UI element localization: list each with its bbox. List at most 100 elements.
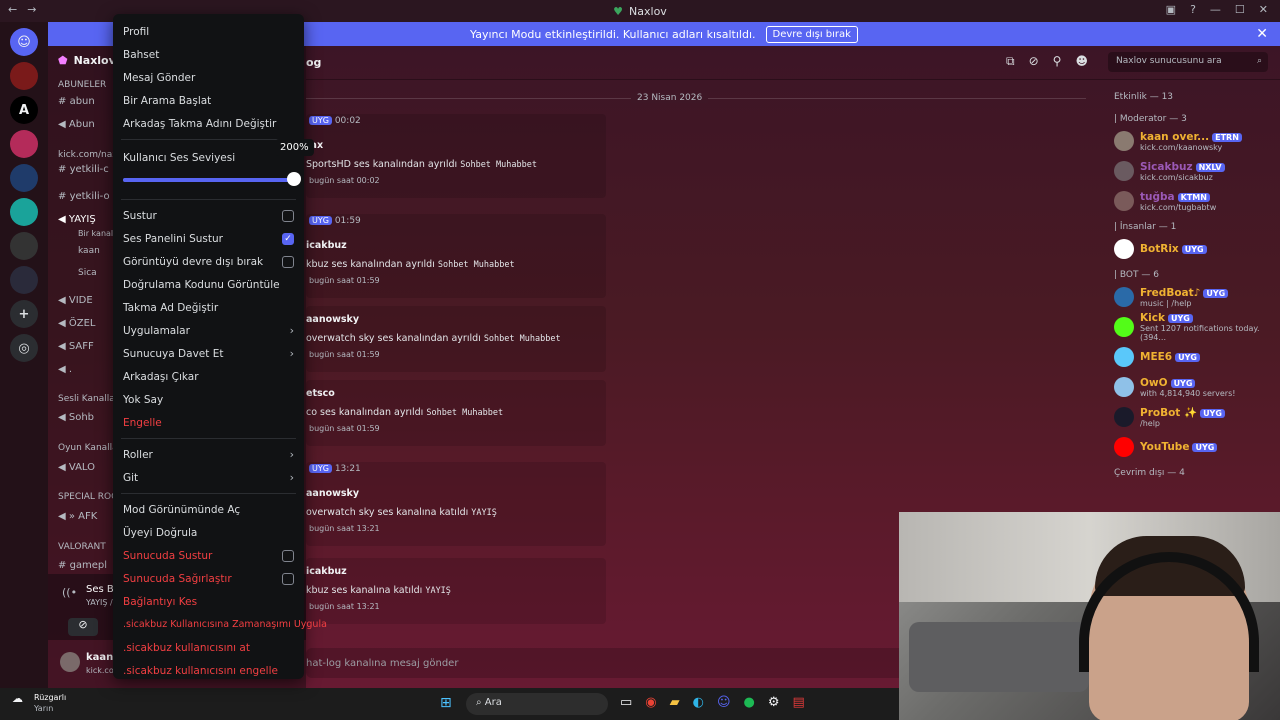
menu-item-verify-member[interactable]: Üyeyi Doğrula xyxy=(113,521,304,544)
embed-author[interactable]: icakbuz xyxy=(306,566,347,577)
steam-icon[interactable]: ⚙ xyxy=(768,695,780,710)
spotify-icon[interactable]: ● xyxy=(744,695,755,710)
member-item[interactable]: kaan over... ETRN kick.com/kaanowsky xyxy=(1100,126,1280,156)
server-icon[interactable] xyxy=(10,266,38,294)
menu-item-server-deafen[interactable]: Sunucuda Sağırlaştır xyxy=(113,567,304,590)
search-input[interactable]: Naxlov sunucusunu ara ⌕ xyxy=(1108,52,1268,72)
embed-author[interactable]: aanowsky xyxy=(306,488,359,499)
help-icon[interactable]: ? xyxy=(1190,3,1196,16)
close-icon[interactable]: ✕ xyxy=(1259,3,1268,16)
menu-item-disconnect[interactable]: Bağlantıyı Kes xyxy=(113,590,304,613)
slider-knob[interactable] xyxy=(287,172,301,186)
activity-header[interactable]: Etkinlik — 13 xyxy=(1100,80,1280,108)
menu-item-mute[interactable]: Sustur xyxy=(113,204,304,227)
task-view-icon[interactable]: ▭ xyxy=(620,695,632,710)
back-icon[interactable]: ← xyxy=(8,3,17,16)
maximize-icon[interactable]: ☐ xyxy=(1235,3,1245,16)
menu-item-go[interactable]: Git › xyxy=(113,466,304,489)
minimize-icon[interactable]: — xyxy=(1210,3,1221,16)
menu-item-block[interactable]: Engelle xyxy=(113,411,304,434)
server-icon[interactable] xyxy=(10,232,38,260)
menu-item-verification-code[interactable]: Doğrulama Kodunu Görüntüle xyxy=(113,273,304,296)
voice-channel[interactable]: ◀ YAYIŞ xyxy=(58,214,96,225)
menu-item-change-nickname[interactable]: Takma Ad Değiştir xyxy=(113,296,304,319)
channel-item[interactable]: # gamepl xyxy=(58,560,107,571)
menu-item-server-mute[interactable]: Sunucuda Sustur xyxy=(113,544,304,567)
pin-icon[interactable]: ⚲ xyxy=(1053,54,1062,69)
menu-item-invite[interactable]: Sunucuya Davet Et › xyxy=(113,342,304,365)
checkbox-checked[interactable]: ✓ xyxy=(282,232,294,245)
discord-icon[interactable]: ☺ xyxy=(717,695,731,710)
category-label[interactable]: ABUNELER xyxy=(58,80,106,90)
category-label[interactable]: Sesli Kanallar xyxy=(58,394,119,404)
embed-author[interactable]: icakbuz xyxy=(306,240,347,251)
member-item[interactable]: Kick UYG Sent 1207 notifications today. (3… xyxy=(1100,312,1280,342)
weather-icon[interactable]: ☁ xyxy=(12,692,23,705)
menu-item-mention[interactable]: Bahset xyxy=(113,43,304,66)
camera-off-icon[interactable]: ⊘ xyxy=(68,618,98,636)
menu-item-kick[interactable]: .sicakbuz kullanıcısını at xyxy=(113,636,304,659)
channel-item[interactable]: ◀ » AFK xyxy=(58,511,97,522)
channel-item[interactable]: ◀ Sohb xyxy=(58,412,94,423)
server-name[interactable]: Naxlov xyxy=(74,54,116,67)
menu-item-profile[interactable]: Profil xyxy=(113,20,304,43)
menu-item-friend-nickname[interactable]: Arkadaş Takma Adını Değiştir xyxy=(113,112,304,135)
member-item[interactable]: ProBot ✨ UYG/help xyxy=(1100,402,1280,432)
member-item[interactable]: Sicakbuz NXLV kick.com/sicakbuz xyxy=(1100,156,1280,186)
app-icon[interactable]: ▤ xyxy=(793,695,805,710)
server-icon[interactable] xyxy=(10,164,38,192)
menu-item-ban[interactable]: .sicakbuz kullanıcısını engelle xyxy=(113,659,304,682)
forward-icon[interactable]: → xyxy=(27,3,36,16)
menu-item-disable-video[interactable]: Görüntüyü devre dışı bırak xyxy=(113,250,304,273)
server-icon[interactable]: A xyxy=(10,96,38,124)
close-icon[interactable]: ✕ xyxy=(1256,26,1268,42)
embed-author[interactable]: etsco xyxy=(306,388,335,399)
members-icon[interactable]: ☻ xyxy=(1075,54,1088,69)
category-label[interactable]: VALORANT xyxy=(58,542,106,552)
voice-user[interactable]: kaan xyxy=(78,246,100,256)
category-label[interactable]: kick.com/nax xyxy=(58,150,118,160)
embed-author[interactable]: aanowsky xyxy=(306,314,359,325)
channel-item[interactable]: ◀ Abun xyxy=(58,119,95,130)
member-item[interactable]: tuğba KTMN kick.com/tugbabtw xyxy=(1100,186,1280,216)
checkbox[interactable] xyxy=(282,572,294,585)
menu-item-roles[interactable]: Roller › xyxy=(113,443,304,466)
member-item[interactable]: BotRix UYG xyxy=(1100,234,1280,264)
channel-item[interactable]: ◀ ÖZEL xyxy=(58,318,96,329)
add-server-icon[interactable]: + xyxy=(10,300,38,328)
inbox-icon[interactable]: ▣ xyxy=(1166,3,1176,16)
weather-text[interactable]: Rüzgarlı xyxy=(34,693,66,702)
menu-item-ignore[interactable]: Yok Say xyxy=(113,388,304,411)
menu-item-remove-friend[interactable]: Arkadaşı Çıkar xyxy=(113,365,304,388)
message-input[interactable]: hat-log kanalına mesaj gönder xyxy=(306,648,906,678)
channel-item[interactable]: ◀ . xyxy=(58,364,72,375)
channel-item[interactable]: # abun xyxy=(58,96,95,107)
checkbox[interactable] xyxy=(282,549,294,562)
avatar[interactable] xyxy=(60,652,80,672)
home-icon[interactable]: ☺ xyxy=(10,28,38,56)
channel-item[interactable]: # yetkili-c xyxy=(58,164,109,175)
nav-arrows[interactable]: ← → xyxy=(8,3,36,16)
checkbox[interactable] xyxy=(282,255,294,268)
channel-item[interactable]: # yetkili-o xyxy=(58,191,110,202)
menu-item-call[interactable]: Bir Arama Başlat xyxy=(113,89,304,112)
explore-icon[interactable]: ◎ xyxy=(10,334,38,362)
menu-item-mute-soundboard[interactable]: Ses Panelini Sustur ✓ xyxy=(113,227,304,250)
threads-icon[interactable]: ⧉ xyxy=(1006,54,1015,69)
member-item[interactable]: MEE6 UYG xyxy=(1100,342,1280,372)
server-icon[interactable] xyxy=(10,130,38,158)
edge-icon[interactable]: ◐ xyxy=(693,695,704,710)
channel-item[interactable]: ◀ VIDE xyxy=(58,295,93,306)
member-item[interactable]: YouTube UYG xyxy=(1100,432,1280,462)
chrome-icon[interactable]: ◉ xyxy=(645,695,656,710)
server-icon[interactable] xyxy=(10,62,38,90)
member-item[interactable]: FredBoat♪ UYG music | /help xyxy=(1100,282,1280,312)
channel-item[interactable]: ◀ SAFF xyxy=(58,341,94,352)
menu-item-timeout[interactable]: .sicakbuz Kullanıcısına Zamanaşımı Uygul… xyxy=(113,613,327,636)
menu-item-message[interactable]: Mesaj Gönder xyxy=(113,66,304,89)
file-explorer-icon[interactable]: ▰ xyxy=(670,695,680,710)
disable-streamer-mode-button[interactable]: Devre dışı bırak xyxy=(765,25,858,43)
menu-item-mod-view[interactable]: Mod Görünümünde Aç xyxy=(113,498,304,521)
voice-user[interactable]: Sica xyxy=(78,268,97,278)
checkbox[interactable] xyxy=(282,209,294,222)
